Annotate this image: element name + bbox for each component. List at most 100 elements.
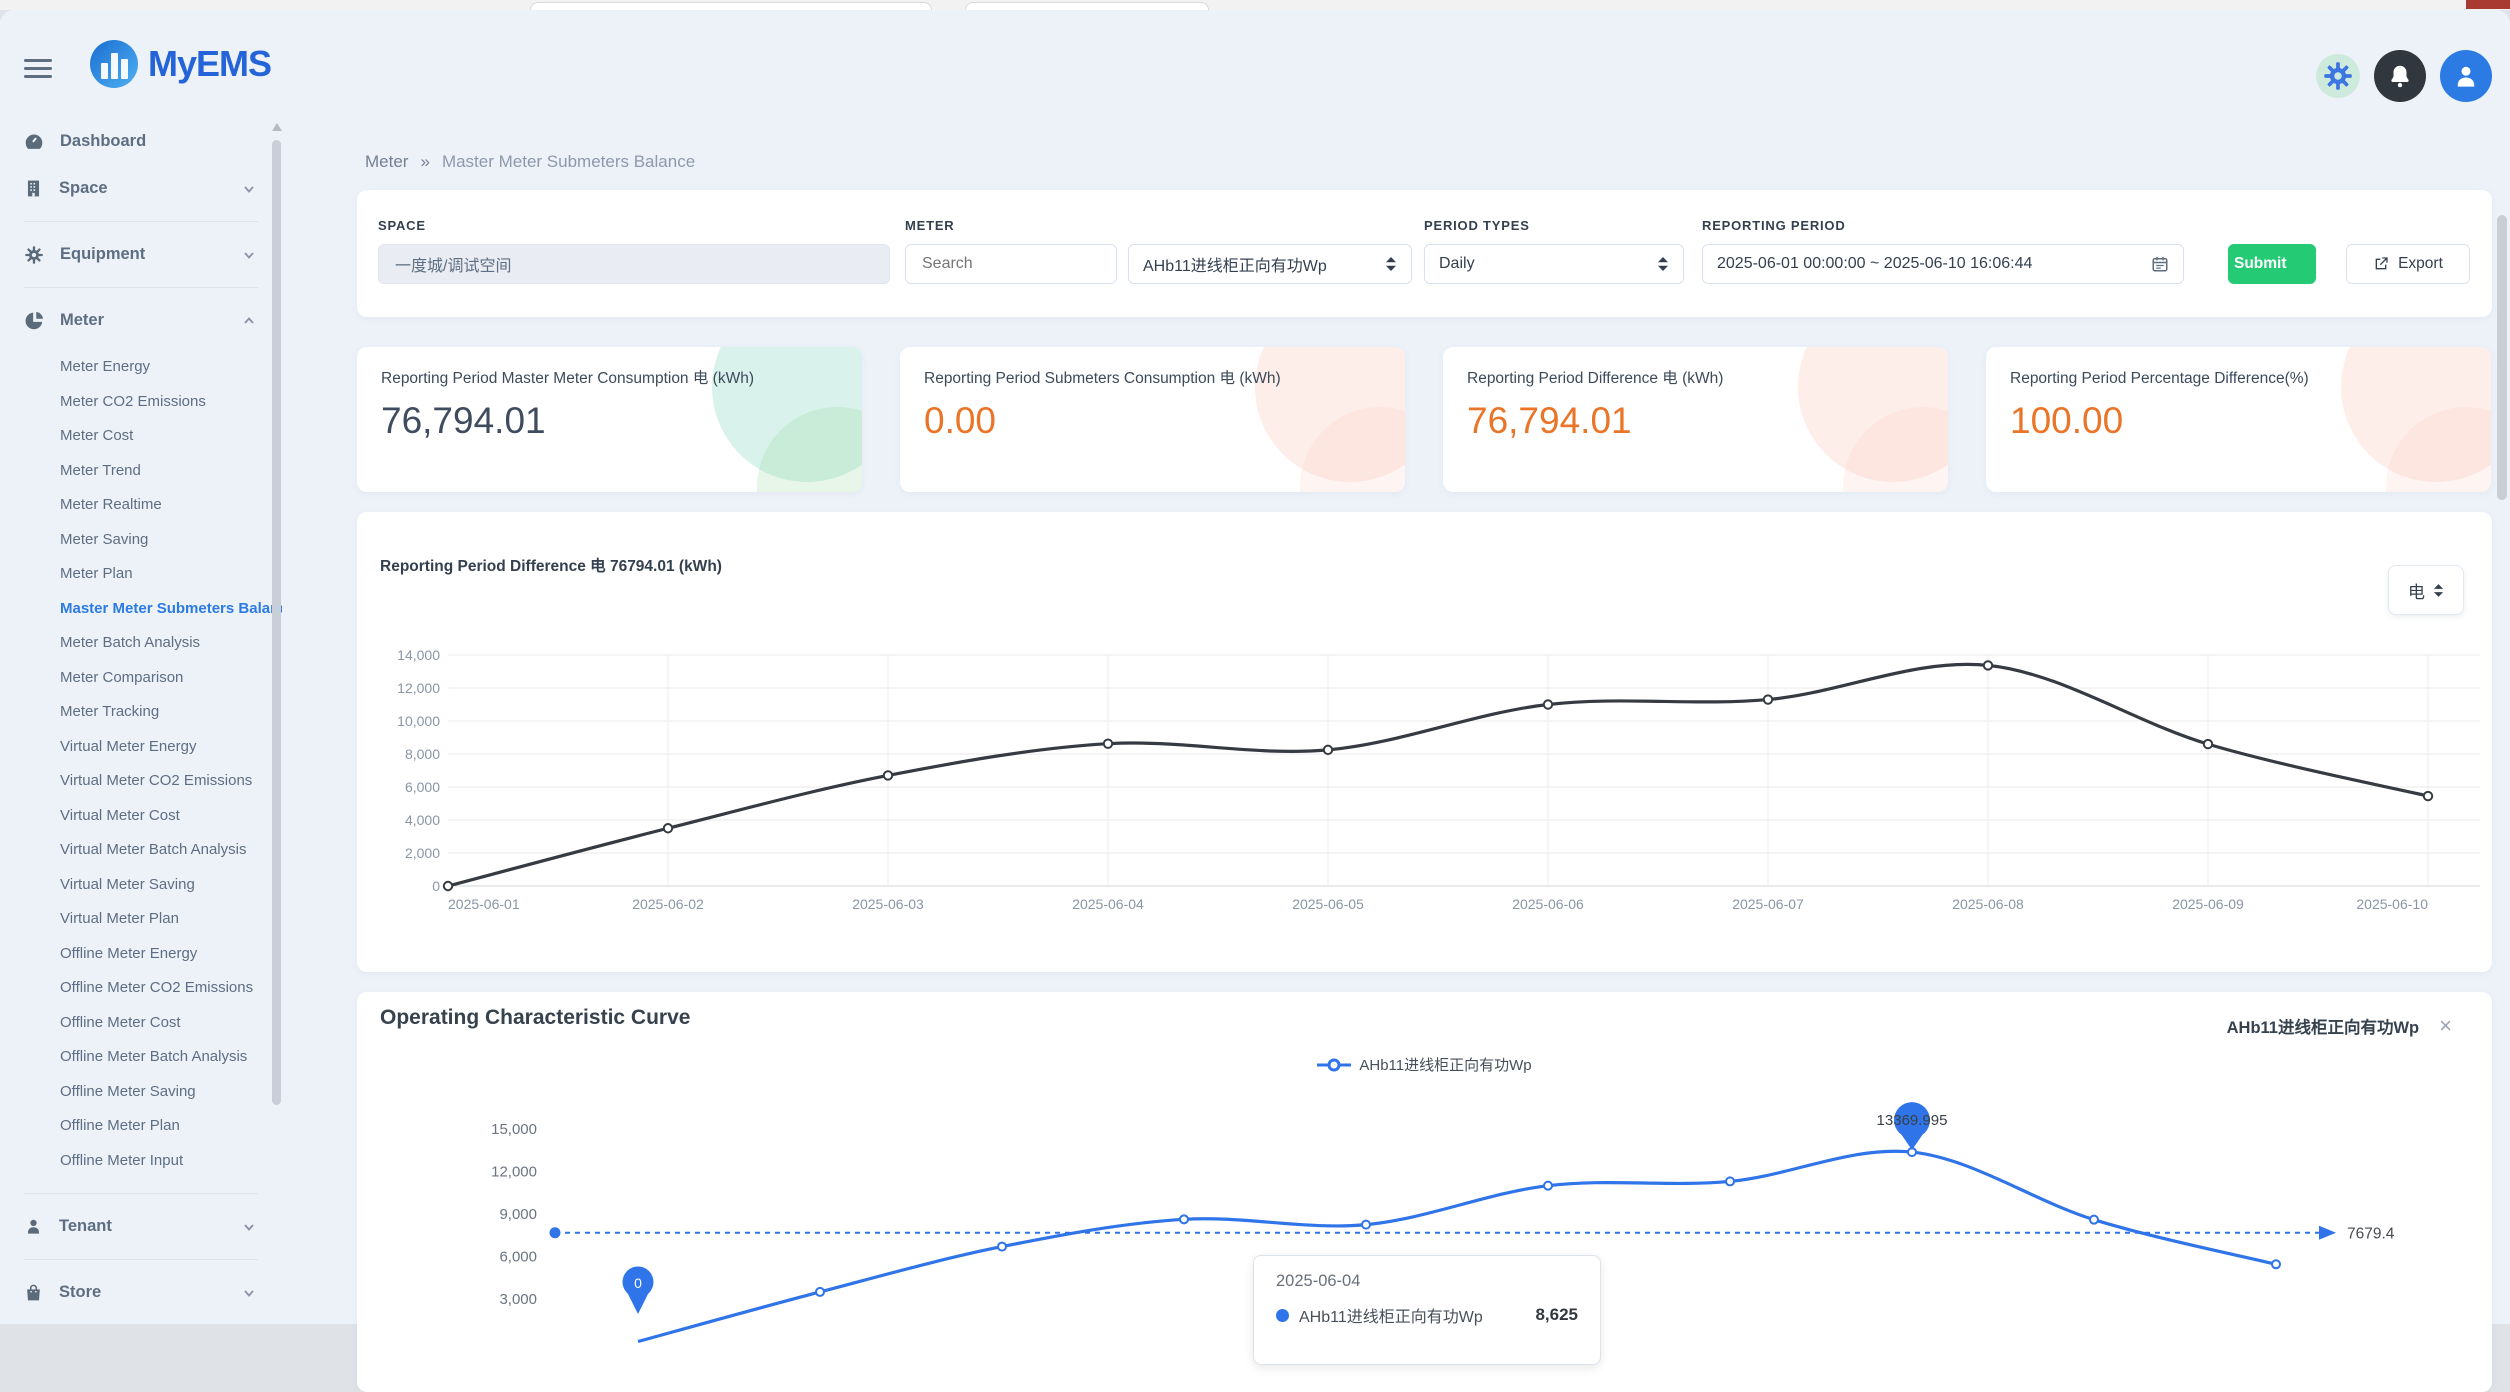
operating-curve-card: Operating Characteristic Curve AHb11进线柜正… bbox=[357, 992, 2492, 1392]
sidebar-item-label: Dashboard bbox=[60, 132, 146, 151]
sidebar-subitem[interactable]: Meter Plan bbox=[0, 557, 282, 592]
breadcrumb-meter[interactable]: Meter bbox=[365, 152, 408, 172]
svg-text:2025-06-08: 2025-06-08 bbox=[1952, 896, 2024, 912]
sidebar-item-space[interactable]: Space bbox=[0, 165, 282, 212]
sidebar-subitem[interactable]: Offline Meter CO2 Emissions bbox=[0, 971, 282, 1006]
sidebar-scroll-up-arrow[interactable] bbox=[272, 123, 282, 131]
svg-text:12,000: 12,000 bbox=[491, 1164, 537, 1181]
stat-card-label: Reporting Period Submeters Consumption 电… bbox=[924, 369, 1381, 390]
sidebar-divider bbox=[24, 1193, 258, 1194]
page-scrollbar[interactable] bbox=[2497, 215, 2507, 500]
sidebar-scrollbar[interactable] bbox=[272, 140, 281, 1105]
building-icon bbox=[24, 179, 43, 198]
chevron-down-icon bbox=[242, 1220, 256, 1234]
meter-search-input[interactable] bbox=[905, 244, 1117, 284]
brand[interactable]: MyEMS bbox=[90, 40, 271, 88]
svg-text:15,000: 15,000 bbox=[491, 1121, 537, 1138]
sidebar-item-dashboard[interactable]: Dashboard bbox=[0, 118, 282, 165]
meter-select-value: AHb11进线柜正向有功Wp bbox=[1143, 252, 1327, 276]
sidebar-subitem[interactable]: Virtual Meter Cost bbox=[0, 799, 282, 834]
sidebar-item-tenant[interactable]: Tenant bbox=[0, 1203, 282, 1250]
reporting-period-value: 2025-06-01 00:00:00 ~ 2025-06-10 16:06:4… bbox=[1717, 255, 2032, 273]
sidebar-subitem[interactable]: Meter Realtime bbox=[0, 488, 282, 523]
sidebar-subitem[interactable]: Meter Comparison bbox=[0, 661, 282, 696]
tooltip-value: 8,625 bbox=[1535, 1305, 1578, 1325]
svg-text:13369.995: 13369.995 bbox=[1877, 1112, 1948, 1129]
sidebar-subitem[interactable]: Virtual Meter Batch Analysis bbox=[0, 833, 282, 868]
submit-button[interactable]: Submit bbox=[2228, 244, 2316, 284]
space-field-wrap bbox=[378, 244, 890, 284]
pie-chart-icon bbox=[24, 311, 44, 331]
sidebar-subitem[interactable]: Meter Tracking bbox=[0, 695, 282, 730]
sidebar-subitem[interactable]: Master Meter Submeters Balance bbox=[0, 592, 282, 627]
sidebar-item-equipment[interactable]: Equipment bbox=[0, 231, 282, 278]
svg-text:2025-06-04: 2025-06-04 bbox=[1072, 896, 1144, 912]
sidebar-subitem[interactable]: Offline Meter Saving bbox=[0, 1075, 282, 1110]
myems-logo-icon bbox=[90, 40, 138, 88]
svg-text:0: 0 bbox=[432, 878, 440, 894]
sidebar-subitem[interactable]: Meter CO2 Emissions bbox=[0, 385, 282, 420]
sidebar-subitem[interactable]: Virtual Meter Saving bbox=[0, 868, 282, 903]
meter-search-wrap bbox=[905, 244, 1117, 284]
period-type-select[interactable]: Daily bbox=[1424, 244, 1684, 284]
dashboard-icon bbox=[24, 132, 44, 152]
svg-text:3,000: 3,000 bbox=[499, 1291, 537, 1308]
export-label: Export bbox=[2398, 255, 2443, 273]
sidebar-subitem[interactable]: Virtual Meter Energy bbox=[0, 730, 282, 765]
svg-text:2025-06-01: 2025-06-01 bbox=[448, 896, 520, 912]
sidebar-subitem[interactable]: Offline Meter Energy bbox=[0, 937, 282, 972]
svg-text:6,000: 6,000 bbox=[499, 1249, 537, 1266]
sidebar-subitem[interactable]: Offline Meter Cost bbox=[0, 1006, 282, 1041]
svg-text:2025-06-03: 2025-06-03 bbox=[852, 896, 924, 912]
updown-arrows-icon bbox=[1385, 256, 1397, 272]
tooltip-series-name: AHb11进线柜正向有功Wp bbox=[1299, 1303, 1483, 1327]
svg-text:10,000: 10,000 bbox=[397, 713, 440, 729]
sidebar-subitem[interactable]: Offline Meter Batch Analysis bbox=[0, 1040, 282, 1075]
export-button[interactable]: Export bbox=[2346, 244, 2470, 284]
meter-label: METER bbox=[905, 218, 955, 233]
reporting-period-picker[interactable]: 2025-06-01 00:00:00 ~ 2025-06-10 16:06:4… bbox=[1702, 244, 2184, 284]
sidebar-item-meter[interactable]: Meter bbox=[0, 297, 282, 344]
stat-card-value: 0.00 bbox=[924, 400, 1381, 442]
svg-text:2025-06-02: 2025-06-02 bbox=[632, 896, 704, 912]
space-input[interactable] bbox=[378, 244, 890, 284]
updown-arrows-icon bbox=[1657, 256, 1669, 272]
sidebar-item-label: Tenant bbox=[59, 1217, 112, 1236]
difference-chart-card: Reporting Period Difference 电 76794.01 (… bbox=[357, 512, 2492, 972]
sidebar-item-store[interactable]: Store bbox=[0, 1269, 282, 1316]
sidebar-item-label: Equipment bbox=[60, 245, 145, 264]
sidebar-subitem[interactable]: Virtual Meter Plan bbox=[0, 902, 282, 937]
stat-card-label: Reporting Period Master Meter Consumptio… bbox=[381, 369, 838, 390]
sidebar-subitem[interactable]: Meter Saving bbox=[0, 523, 282, 558]
svg-text:2025-06-10: 2025-06-10 bbox=[2356, 896, 2428, 912]
meter-select[interactable]: AHb11进线柜正向有功Wp bbox=[1128, 244, 1412, 284]
filter-panel: SPACE METER AHb11进线柜正向有功Wp PERIOD TYPES … bbox=[357, 190, 2492, 317]
difference-line-chart[interactable]: 02,0004,0006,0008,00010,00012,00014,0002… bbox=[357, 512, 2492, 972]
hamburger-menu-icon[interactable] bbox=[24, 59, 52, 81]
stat-card-label: Reporting Period Percentage Difference(%… bbox=[2010, 369, 2467, 390]
sidebar-subitem[interactable]: Meter Energy bbox=[0, 350, 282, 385]
breadcrumb-separator: » bbox=[420, 152, 429, 172]
stat-card: Reporting Period Difference 电 (kWh)76,79… bbox=[1443, 347, 1948, 492]
svg-text:2,000: 2,000 bbox=[405, 845, 440, 861]
user-avatar[interactable] bbox=[2440, 50, 2492, 102]
gear-icon bbox=[24, 245, 44, 265]
sidebar-subitem[interactable]: Offline Meter Input bbox=[0, 1144, 282, 1179]
sidebar-subitem[interactable]: Offline Meter Plan bbox=[0, 1109, 282, 1144]
person-icon bbox=[24, 1217, 43, 1236]
svg-text:2025-06-05: 2025-06-05 bbox=[1292, 896, 1364, 912]
sidebar-subitem[interactable]: Meter Batch Analysis bbox=[0, 626, 282, 661]
notifications-bell-icon[interactable] bbox=[2374, 50, 2426, 102]
settings-gear-icon[interactable] bbox=[2316, 54, 2360, 98]
sidebar-item-label: Store bbox=[59, 1283, 101, 1302]
sidebar-subitem[interactable]: Meter Trend bbox=[0, 454, 282, 489]
meter-submenu: Meter EnergyMeter CO2 EmissionsMeter Cos… bbox=[0, 344, 282, 1184]
period-type-value: Daily bbox=[1439, 255, 1475, 273]
sidebar-subitem[interactable]: Meter Cost bbox=[0, 419, 282, 454]
browser-chrome-fragment bbox=[2466, 0, 2510, 9]
shopping-bag-icon bbox=[24, 1283, 43, 1302]
sidebar-subitem[interactable]: Virtual Meter CO2 Emissions bbox=[0, 764, 282, 799]
breadcrumb: Meter » Master Meter Submeters Balance bbox=[365, 152, 695, 172]
chevron-down-icon bbox=[242, 182, 256, 196]
svg-text:14,000: 14,000 bbox=[397, 647, 440, 663]
